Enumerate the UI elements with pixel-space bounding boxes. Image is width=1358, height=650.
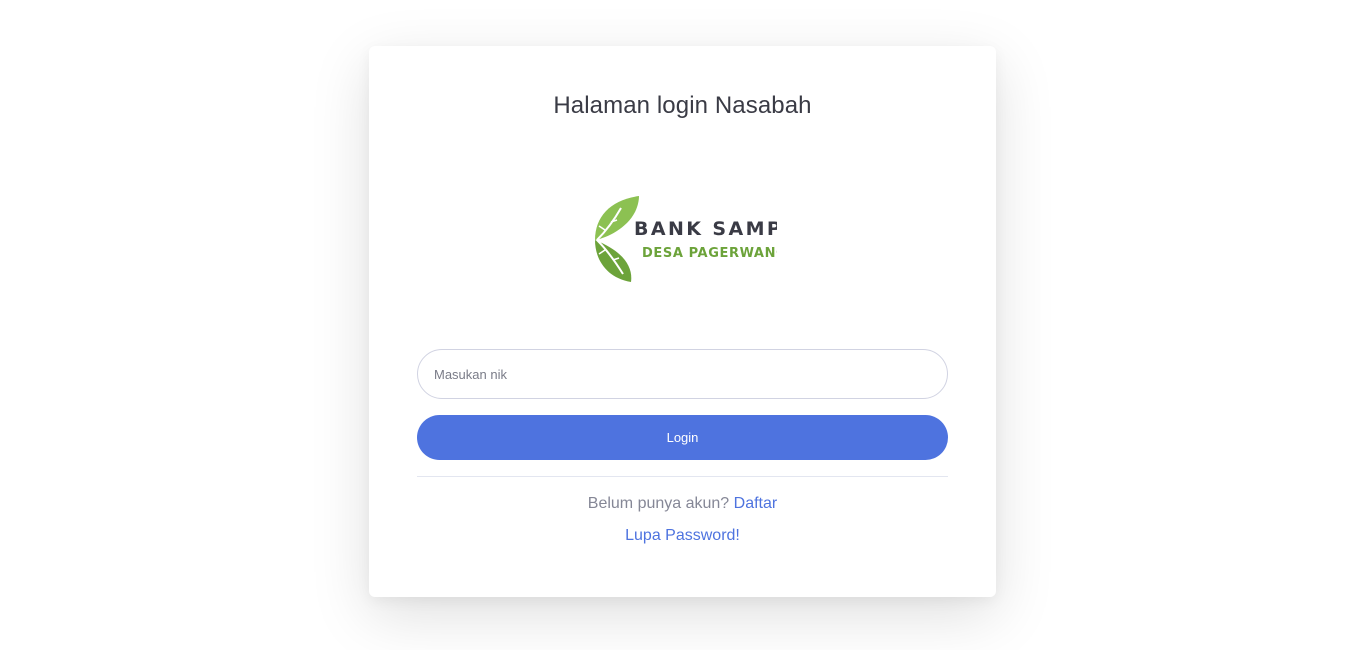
leaf-logo-icon: BANK SAMPAH DESA PAGERWANGI xyxy=(595,196,815,282)
login-button[interactable]: Login xyxy=(417,415,948,460)
nik-input[interactable] xyxy=(417,349,948,399)
logo-line1: BANK SAMPAH xyxy=(634,218,777,240)
register-prompt-text: Belum punya akun? xyxy=(587,495,734,512)
logo-line2: DESA PAGERWANGI xyxy=(642,246,777,261)
forgot-password-row: Lupa Password! xyxy=(369,527,996,545)
register-prompt: Belum punya akun? Daftar xyxy=(369,495,996,513)
register-link[interactable]: Daftar xyxy=(734,495,778,512)
bank-sampah-logo: BANK SAMPAH DESA PAGERWANGI xyxy=(591,194,815,284)
forgot-password-link[interactable]: Lupa Password! xyxy=(625,527,740,544)
page-title: Halaman login Nasabah xyxy=(553,92,812,119)
login-card: Halaman login Nasabah BANK SAMPAH DESA P… xyxy=(369,46,996,597)
divider xyxy=(417,476,948,477)
